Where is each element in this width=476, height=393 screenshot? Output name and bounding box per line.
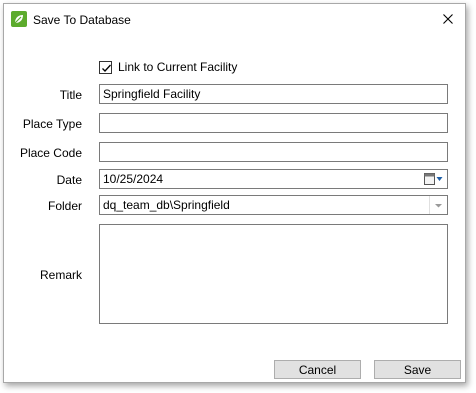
checkbox-box[interactable] bbox=[99, 60, 112, 74]
save-button[interactable]: Save bbox=[374, 360, 461, 379]
folder-dropdown[interactable] bbox=[99, 195, 448, 215]
place-type-field[interactable] bbox=[99, 113, 448, 133]
checkmark-icon bbox=[102, 64, 111, 72]
folder-label: Folder bbox=[47, 199, 82, 213]
place-type-input[interactable] bbox=[103, 115, 423, 131]
calendar-button[interactable] bbox=[424, 172, 444, 186]
date-label: Date bbox=[56, 173, 82, 187]
folder-input[interactable] bbox=[103, 197, 423, 213]
close-icon bbox=[443, 14, 453, 24]
remark-label: Remark bbox=[39, 268, 82, 282]
checkbox-label: Link to Current Facility bbox=[118, 60, 238, 74]
remark-textarea[interactable] bbox=[99, 224, 448, 324]
place-code-input[interactable] bbox=[103, 144, 423, 160]
title-bar: Save To Database bbox=[4, 4, 465, 34]
place-type-label: Place Type bbox=[22, 117, 82, 131]
chevron-down-icon bbox=[435, 204, 442, 208]
close-button[interactable] bbox=[435, 8, 461, 30]
app-leaf-icon bbox=[11, 11, 27, 27]
title-field[interactable] bbox=[99, 84, 448, 104]
cancel-button[interactable]: Cancel bbox=[274, 360, 361, 379]
date-picker[interactable] bbox=[99, 169, 448, 189]
place-code-field[interactable] bbox=[99, 142, 448, 162]
title-input[interactable] bbox=[103, 86, 423, 102]
link-to-facility-checkbox[interactable]: Link to Current Facility bbox=[99, 59, 237, 75]
window-title: Save To Database bbox=[33, 13, 131, 27]
title-label: Title bbox=[59, 88, 82, 102]
save-to-database-dialog: Save To Database Link to Current Facilit… bbox=[3, 3, 466, 383]
calendar-icon bbox=[424, 173, 443, 185]
folder-dropdown-button[interactable] bbox=[429, 196, 447, 214]
place-code-label: Place Code bbox=[19, 146, 82, 160]
date-input[interactable] bbox=[103, 171, 423, 187]
